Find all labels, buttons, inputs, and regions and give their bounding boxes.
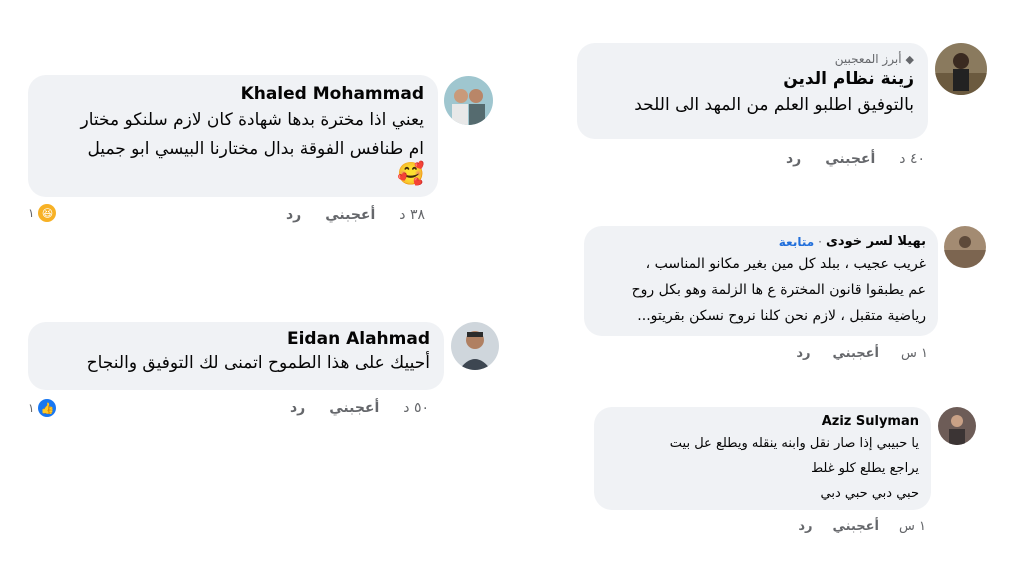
diamond-icon: ◆ [905,52,914,66]
comment-bubble: Aziz Sulyman يا حبيبي إذا صار نقل وابنه … [594,407,931,510]
reply-button[interactable]: رد [798,519,812,534]
comment-text: أحييك على هذا الطموح اتمنى لك التوفيق وا… [86,353,430,373]
commenter-name[interactable]: Khaled Mohammad [42,84,424,104]
smiling-face-with-hearts-emoji: 🥰 [397,162,425,187]
comment-text: بالتوفيق اطلبو العلم من المهد الى اللحد [634,95,914,115]
comment-bubble: بهيلا لسر خودى · متابعة غريب عجيب ، ببلد… [584,226,938,336]
avatar[interactable] [944,226,986,268]
reply-button[interactable]: رد [286,207,301,223]
avatar[interactable] [935,43,987,95]
comment-time[interactable]: ٤٠ د [899,151,925,167]
comment-actions: ٣٨ د أعجبني رد [275,207,425,223]
like-reaction-icon: 👍 [38,399,57,417]
reply-button[interactable]: رد [290,400,305,416]
commenter-name[interactable]: Aziz Sulyman [606,414,919,429]
comment-bubble: Eidan Alahmad أحييك على هذا الطموح اتمنى… [28,322,444,390]
name-row: بهيلا لسر خودى · متابعة [596,234,926,249]
like-button[interactable]: أعجبني [833,346,879,361]
reaction-summary[interactable]: 👍 ١ [28,399,57,417]
comment-time[interactable]: ١ س [901,346,928,361]
comment-time[interactable]: ١ س [899,519,926,534]
comment-time[interactable]: ٣٨ د [399,207,425,223]
avatar[interactable] [444,76,493,125]
comment-time[interactable]: ٥٠ د [403,400,429,416]
reply-button[interactable]: رد [786,151,801,167]
comment-actions: ٤٠ د أعجبني رد [745,151,925,167]
reply-button[interactable]: رد [796,346,810,361]
like-button[interactable]: أعجبني [325,207,375,223]
comment-text: يعني اذا مخترة بدها شهادة كان لازم سلنكو… [80,110,424,159]
comment-text: غريب عجيب ، ببلد كل مين بغير مكانو المنا… [631,256,926,324]
commenter-name[interactable]: Eidan Alahmad [42,329,430,349]
avatar[interactable] [938,407,976,445]
commenter-name[interactable]: بهيلا لسر خودى [826,234,926,249]
comment-bubble: ◆ أبرز المعجبين زينة نظام الدين بالتوفيق… [577,43,928,139]
comment-actions: ١ س أعجبني رد [796,519,926,534]
comment-bubble: Khaled Mohammad يعني اذا مخترة بدها شهاد… [28,75,438,197]
comment-actions: ١ س أعجبني رد [792,346,928,361]
like-button[interactable]: أعجبني [329,400,379,416]
comment-actions: ٥٠ د أعجبني رد [283,400,429,416]
reaction-count: ١ [28,401,35,415]
follow-button[interactable]: متابعة [779,235,814,249]
comment-text: يا حبيبي إذا صار نقل وابنه ينقله ويطلع ع… [669,436,919,501]
top-fan-badge: ◆ أبرز المعجبين [834,52,914,66]
like-button[interactable]: أعجبني [825,151,875,167]
reaction-count: ١ [28,206,35,220]
separator-dot: · [818,234,822,249]
reaction-summary[interactable]: 😆 ١ [28,204,57,222]
avatar[interactable] [451,322,499,370]
haha-reaction-icon: 😆 [38,204,57,222]
commenter-name[interactable]: زينة نظام الدين [591,69,914,89]
like-button[interactable]: أعجبني [833,519,879,534]
